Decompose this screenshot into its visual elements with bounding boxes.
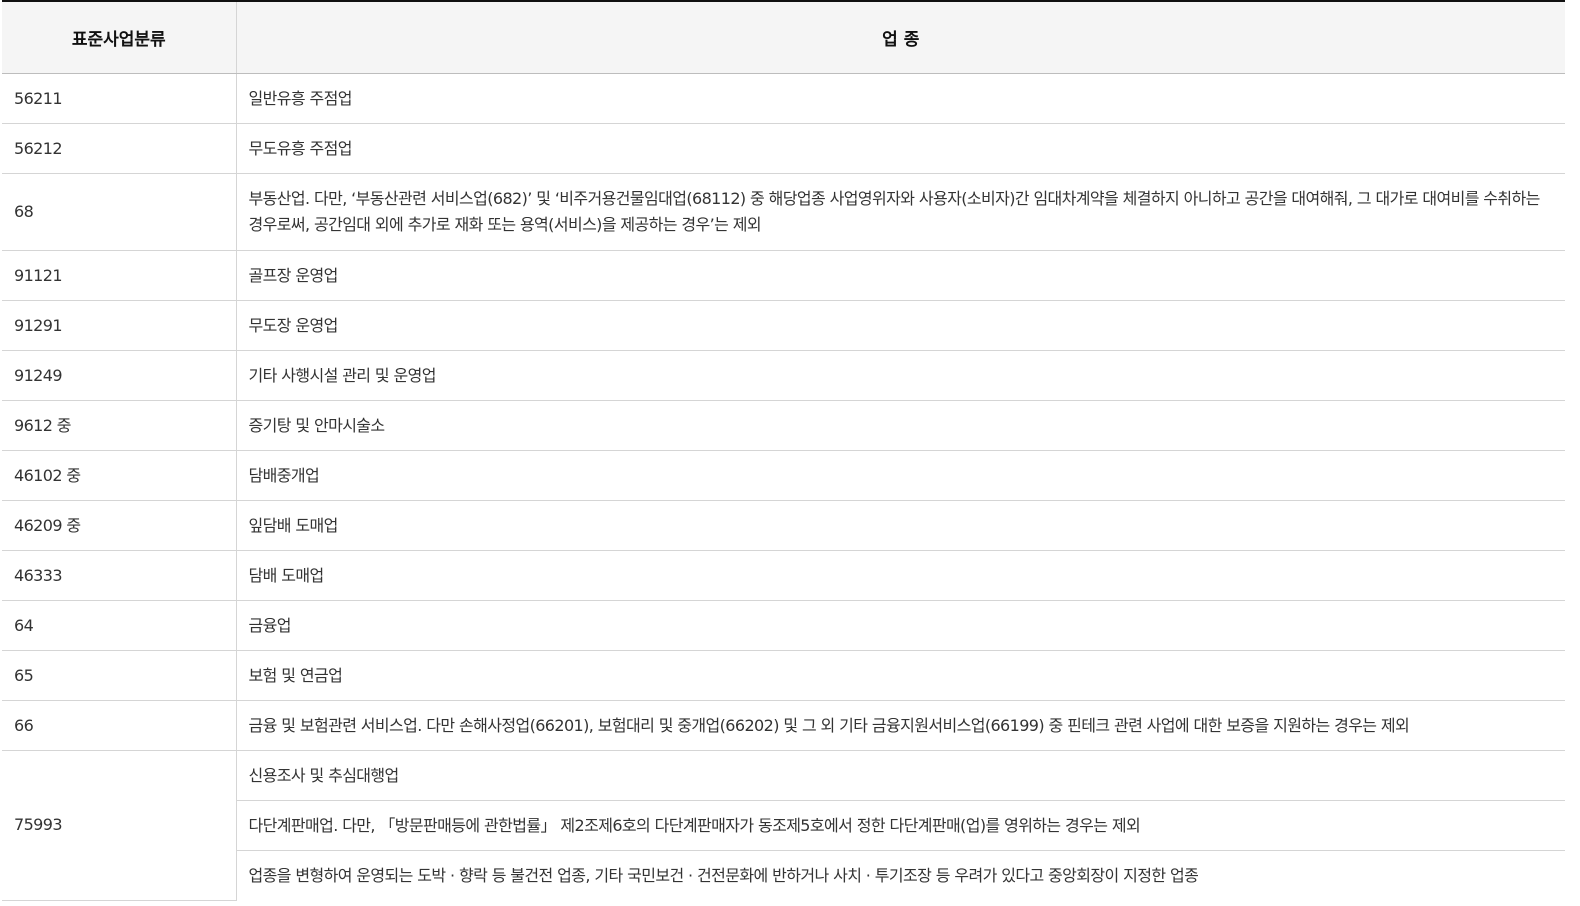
table-row: 65 보험 및 연금업 bbox=[2, 650, 1565, 701]
classification-code-group: 75993 bbox=[2, 750, 237, 901]
table-row: 46333 담배 도매업 bbox=[2, 550, 1565, 601]
industry-description: 담배중개업 bbox=[236, 450, 1565, 501]
classification-code: 91121 bbox=[2, 250, 237, 301]
table-row: 56212 무도유흥 주점업 bbox=[2, 123, 1565, 174]
classification-code: 56212 bbox=[2, 123, 237, 174]
table-row: 업종을 변형하여 운영되는 도박 · 향락 등 불건전 업종, 기타 국민보건 … bbox=[2, 851, 1565, 901]
table-row: 91291 무도장 운영업 bbox=[2, 300, 1565, 351]
industry-description: 부동산업. 다만, ‘부동산관련 서비스업(682)’ 및 ‘비주거용건물임대업… bbox=[236, 173, 1565, 251]
header-industry: 업 종 bbox=[236, 1, 1565, 74]
table-row: 66 금융 및 보험관련 서비스업. 다만 손해사정업(66201), 보험대리… bbox=[2, 700, 1565, 751]
table-row: 91121 골프장 운영업 bbox=[2, 250, 1565, 301]
industry-description: 보험 및 연금업 bbox=[236, 650, 1565, 701]
page: 표준사업분류 업 종 56211 일반유흥 주점업 56212 무도유흥 주점업… bbox=[0, 0, 1565, 901]
industry-description: 금융업 bbox=[236, 600, 1565, 651]
industry-description: 신용조사 및 추심대행업 bbox=[236, 750, 1565, 801]
industry-description: 기타 사행시설 관리 및 운영업 bbox=[236, 350, 1565, 401]
table-header-row: 표준사업분류 업 종 bbox=[2, 1, 1565, 74]
industry-description: 업종을 변형하여 운영되는 도박 · 향락 등 불건전 업종, 기타 국민보건 … bbox=[248, 865, 1199, 885]
classification-code: 9612 중 bbox=[2, 400, 237, 451]
table-row: 91249 기타 사행시설 관리 및 운영업 bbox=[2, 350, 1565, 401]
classification-code: 46102 중 bbox=[2, 450, 237, 501]
table-row: 9612 중 증기탕 및 안마시술소 bbox=[2, 400, 1565, 451]
table-row: 46209 중 잎담배 도매업 bbox=[2, 500, 1565, 551]
header-standard-classification: 표준사업분류 bbox=[2, 1, 237, 74]
classification-code: 91291 bbox=[2, 300, 237, 351]
industry-description: 잎담배 도매업 bbox=[236, 500, 1565, 551]
classification-code: 64 bbox=[2, 600, 237, 651]
classification-code: 91249 bbox=[2, 350, 237, 401]
industry-description: 골프장 운영업 bbox=[236, 250, 1565, 301]
industry-description: 무도장 운영업 bbox=[236, 300, 1565, 351]
table-row: 46102 중 담배중개업 bbox=[2, 450, 1565, 501]
classification-code: 66 bbox=[2, 700, 237, 751]
industry-description: 담배 도매업 bbox=[236, 550, 1565, 601]
industry-description: 증기탕 및 안마시술소 bbox=[236, 400, 1565, 451]
table-row: 다단계판매업. 다만, 「방문판매등에 관한법률」 제2조제6호의 다단계판매자… bbox=[2, 800, 1565, 851]
classification-code: 46333 bbox=[2, 550, 237, 601]
industry-description: 금융 및 보험관련 서비스업. 다만 손해사정업(66201), 보험대리 및 … bbox=[236, 700, 1565, 751]
classification-code: 46209 중 bbox=[2, 500, 237, 551]
table-row: 56211 일반유흥 주점업 bbox=[2, 73, 1565, 124]
table-row: 75993 신용조사 및 추심대행업 bbox=[2, 750, 1565, 901]
industry-description: 다단계판매업. 다만, 「방문판매등에 관한법률」 제2조제6호의 다단계판매자… bbox=[236, 800, 1565, 851]
classification-code: 56211 bbox=[2, 73, 237, 124]
table-row: 64 금융업 bbox=[2, 600, 1565, 651]
industry-description: 일반유흥 주점업 bbox=[236, 73, 1565, 124]
classification-code: 65 bbox=[2, 650, 237, 701]
classification-code: 68 bbox=[2, 173, 237, 251]
industry-description: 무도유흥 주점업 bbox=[236, 123, 1565, 174]
table-row: 68 부동산업. 다만, ‘부동산관련 서비스업(682)’ 및 ‘비주거용건물… bbox=[2, 173, 1565, 251]
restricted-industry-table: 표준사업분류 업 종 56211 일반유흥 주점업 56212 무도유흥 주점업… bbox=[2, 0, 1565, 901]
